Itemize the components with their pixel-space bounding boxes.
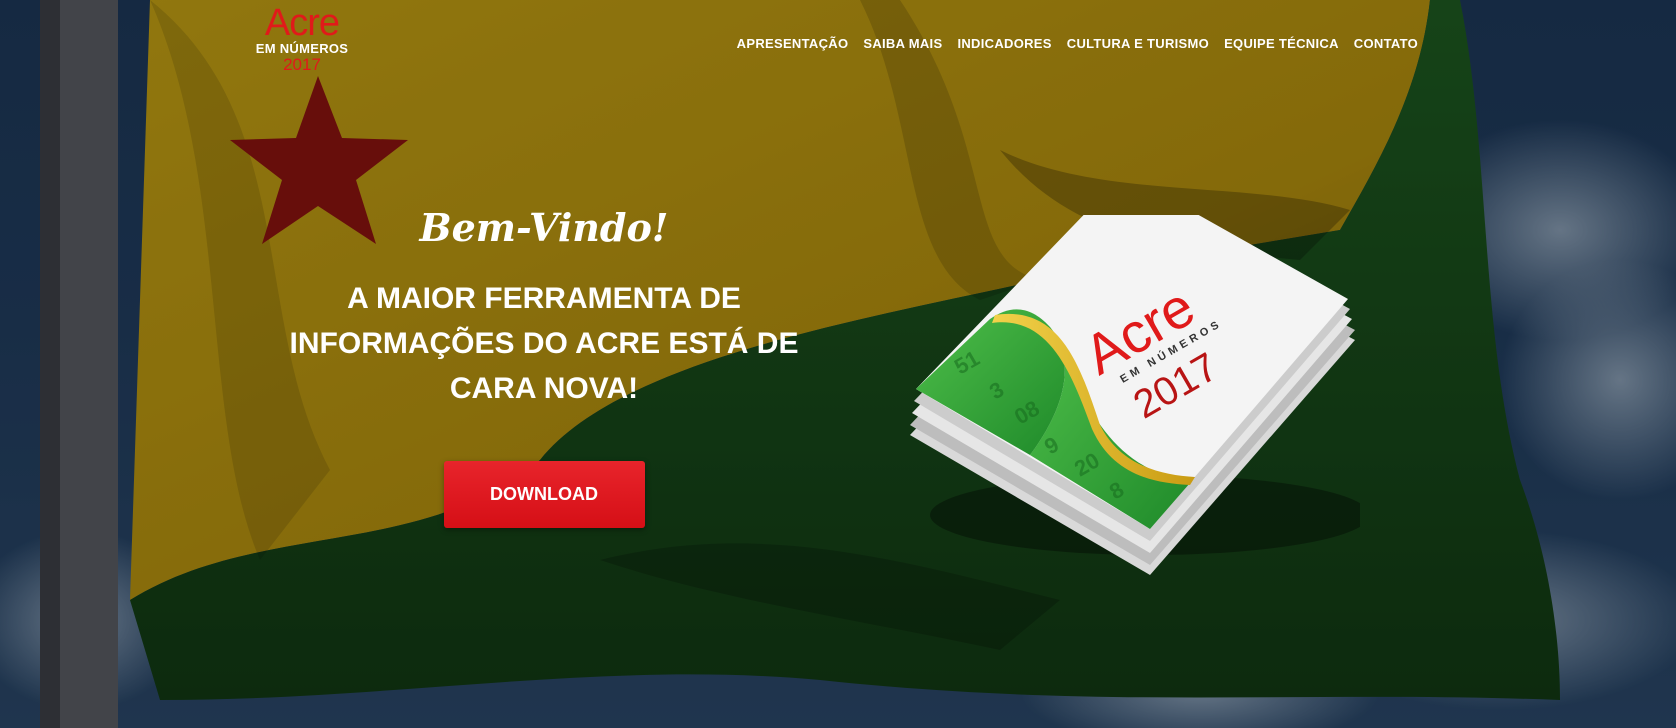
site-logo[interactable]: Acre EM NÚMEROS 2017 bbox=[252, 4, 352, 76]
download-button[interactable]: DOWNLOAD bbox=[443, 461, 645, 528]
logo-year: 2017 bbox=[283, 55, 321, 74]
hero-copy: Bem-Vindo! A MAIOR FERRAMENTA DE INFORMA… bbox=[244, 204, 844, 528]
book-mockup-image: 51 3 08 9 20 8 Acre EM NÚMEROS 2017 bbox=[910, 215, 1360, 575]
nav-equipe-tecnica[interactable]: EQUIPE TÉCNICA bbox=[1224, 36, 1339, 51]
logo-subtitle: EM NÚMEROS bbox=[255, 41, 349, 56]
hero-headline: A MAIOR FERRAMENTA DE INFORMAÇÕES DO ACR… bbox=[289, 282, 799, 405]
nav-cultura-e-turismo[interactable]: CULTURA E TURISMO bbox=[1067, 36, 1209, 51]
main-nav: APRESENTAÇÃO SAIBA MAIS INDICADORES CULT… bbox=[737, 36, 1418, 51]
hero-section: Acre EM NÚMEROS 2017 APRESENTAÇÃO SAIBA … bbox=[0, 0, 1676, 728]
logo-title: Acre bbox=[264, 2, 340, 44]
nav-apresentacao[interactable]: APRESENTAÇÃO bbox=[737, 36, 849, 51]
nav-saiba-mais[interactable]: SAIBA MAIS bbox=[863, 36, 942, 51]
welcome-heading: Bem-Vindo! bbox=[419, 205, 669, 250]
nav-contato[interactable]: CONTATO bbox=[1354, 36, 1418, 51]
nav-indicadores[interactable]: INDICADORES bbox=[957, 36, 1051, 51]
